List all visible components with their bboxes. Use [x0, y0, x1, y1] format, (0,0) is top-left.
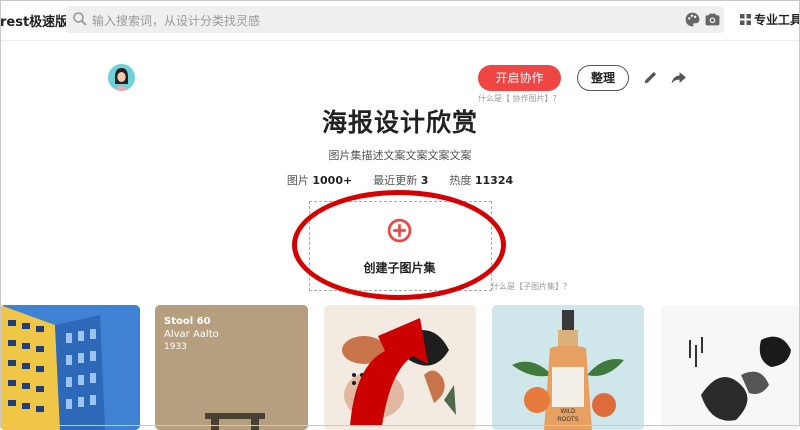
- sub-board-help-link[interactable]: 什么是【子图片集】?: [491, 281, 567, 292]
- brand-name[interactable]: rest极速版: [0, 11, 68, 30]
- heat-count: 11324: [474, 174, 514, 187]
- pro-tools-label: 专业工具: [754, 13, 800, 27]
- search-bar[interactable]: 输入搜索词，从设计分类找灵感: [66, 6, 724, 33]
- annotation-arrow: [350, 318, 428, 426]
- board-description: 图片集描述文案文案文案文案: [328, 149, 472, 162]
- annotation-ellipse: [292, 190, 506, 300]
- search-input[interactable]: 输入搜索词，从设计分类找灵感: [92, 12, 260, 29]
- svg-text:WILD: WILD: [561, 409, 577, 415]
- images-count: 1000+: [312, 174, 353, 187]
- top-bar: rest极速版 输入搜索词，从设计分类找灵感 专业工具: [0, 0, 800, 41]
- updated-label: 最近更新: [373, 174, 418, 187]
- image-card-stool-poster[interactable]: Stool 60 Alvar Aalto 1933: [155, 305, 308, 430]
- stool-year: 1933: [164, 342, 187, 352]
- edit-icon[interactable]: [642, 69, 659, 86]
- palette-icon[interactable]: [684, 11, 701, 28]
- image-card-blue-building[interactable]: [0, 305, 140, 430]
- stool-title: Stool 60: [164, 316, 211, 327]
- stool-designer: Alvar Aalto: [164, 329, 219, 340]
- images-label: 图片: [286, 174, 309, 187]
- grid-icon: [740, 14, 751, 25]
- page-title: 海报设计欣赏: [321, 108, 478, 137]
- collab-button[interactable]: 开启协作: [478, 65, 561, 91]
- board-stats: 图片 1000+ 最近更新 3 热度 11324: [0, 172, 800, 188]
- organize-button[interactable]: 整理: [577, 65, 629, 91]
- search-icon: [73, 12, 87, 26]
- heat-label: 热度: [449, 174, 472, 187]
- share-icon[interactable]: [670, 69, 687, 86]
- pro-tools-button[interactable]: 专业工具: [740, 11, 800, 28]
- svg-text:ROOTS: ROOTS: [557, 417, 578, 423]
- camera-icon[interactable]: [704, 11, 721, 28]
- image-card-wild-roots-bottle[interactable]: WILD ROOTS: [492, 305, 644, 430]
- avatar[interactable]: [108, 64, 135, 91]
- image-card-ink-art[interactable]: [661, 305, 800, 430]
- updated-count: 3: [420, 174, 429, 187]
